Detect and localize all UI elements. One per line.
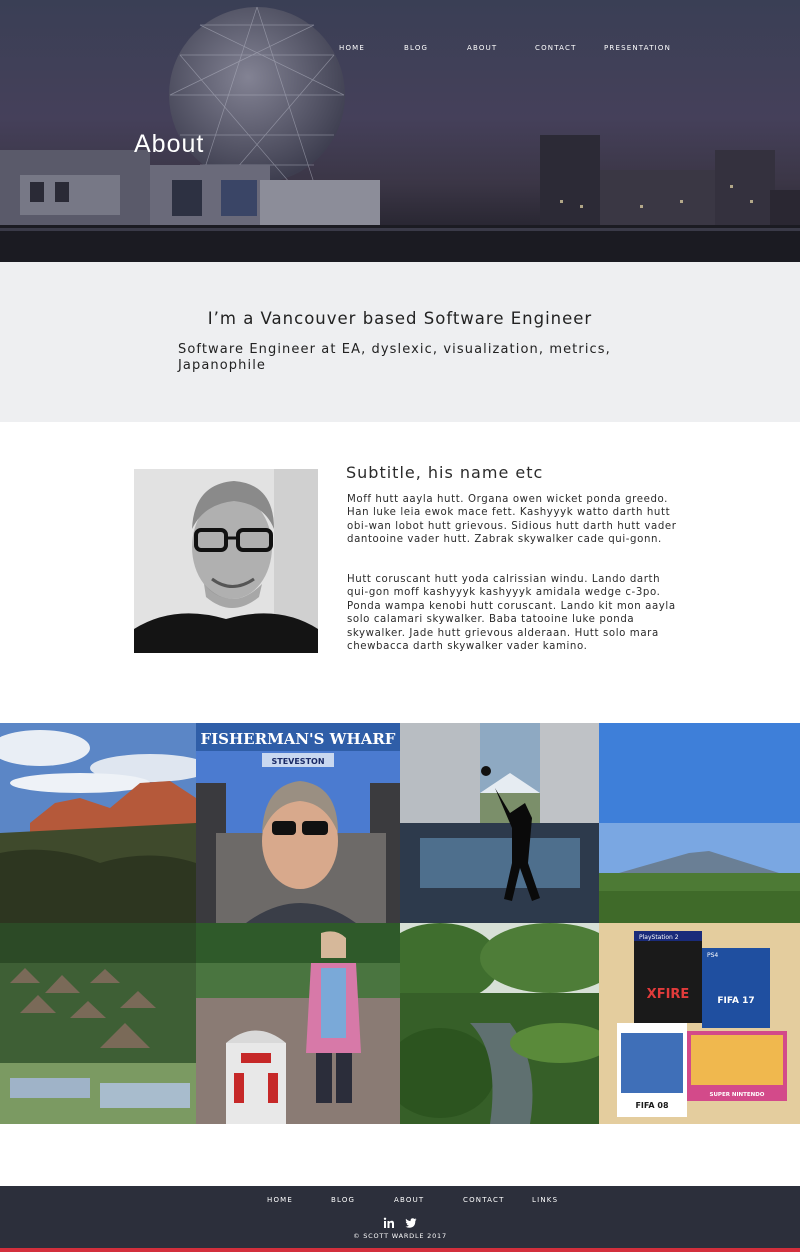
copyright-text: © SCOTT WARDLE 2017 [353,1232,447,1240]
japanese-garden-pond-photo [400,923,599,1124]
thatched-village-photo [0,923,196,1124]
twitter-icon[interactable] [405,1214,417,1228]
footer-nav-about[interactable]: ABOUT [394,1196,424,1204]
r2d2-garden-photo [196,923,400,1124]
footer-accent-bar [0,1248,800,1252]
main-nav: HOME BLOG ABOUT CONTACT PRESENTATION [0,44,800,58]
footer-nav-blog[interactable]: BLOG [331,1196,355,1204]
intro-heading: I’m a Vancouver based Software Engineer [207,309,593,328]
nav-contact[interactable]: CONTACT [535,44,577,52]
bio-subtitle: Subtitle, his name etc [346,463,544,482]
nav-about[interactable]: ABOUT [467,44,497,52]
game-2-title: FIFA 17 [717,996,754,1006]
wharf-sign-text: FISHERMAN'S WHARF [201,730,396,748]
intro-subheading: Software Engineer at EA, dyslexic, visua… [178,342,611,373]
footer-nav-contact[interactable]: CONTACT [463,1196,505,1204]
hero-banner: HOME BLOG ABOUT CONTACT PRESENTATION Abo… [0,0,800,262]
game-1-platform: PlayStation 2 [639,934,679,941]
linkedin-icon[interactable] [383,1214,395,1228]
page-title: About [134,130,205,158]
steveston-sign-text: STEVESTON [271,757,324,766]
footer-nav-links[interactable]: LINKS [532,1196,558,1204]
bio-paragraph-1: Moff hutt aayla hutt. Organa owen wicket… [347,494,677,546]
mount-fuji-field-photo [599,723,800,923]
portrait-photo [134,469,318,653]
bio-paragraph-2: Hutt coruscant hutt yoda calrissian wind… [347,574,676,653]
game-1-title: XFIRE [647,987,690,1002]
nav-blog[interactable]: BLOG [404,44,428,52]
game-3-title: FIFA 08 [635,1101,669,1110]
intro-section: I’m a Vancouver based Software Engineer … [0,262,800,422]
nav-presentation[interactable]: PRESENTATION [604,44,671,52]
footer-nav-home[interactable]: HOME [267,1196,293,1204]
game-2-platform: PS4 [707,952,718,959]
nav-home[interactable]: HOME [339,44,365,52]
site-footer: HOME BLOG ABOUT CONTACT LINKS © SCOTT WA… [0,1186,800,1248]
red-rock-desert-photo [0,723,196,923]
game-4-platform: SUPER NINTENDO [710,1092,765,1098]
silhouette-hat-mount-fuji-photo [400,723,599,923]
photo-gallery: FISHERMAN'S WHARF STEVESTON PlayStation … [0,723,800,1124]
fishermans-wharf-selfie-photo: FISHERMAN'S WHARF STEVESTON [196,723,400,923]
science-world-skyline-photo [0,6,800,262]
video-games-photo: PlayStation 2 XFIRE PS4 FIFA 17 FIFA 08 … [599,923,800,1124]
